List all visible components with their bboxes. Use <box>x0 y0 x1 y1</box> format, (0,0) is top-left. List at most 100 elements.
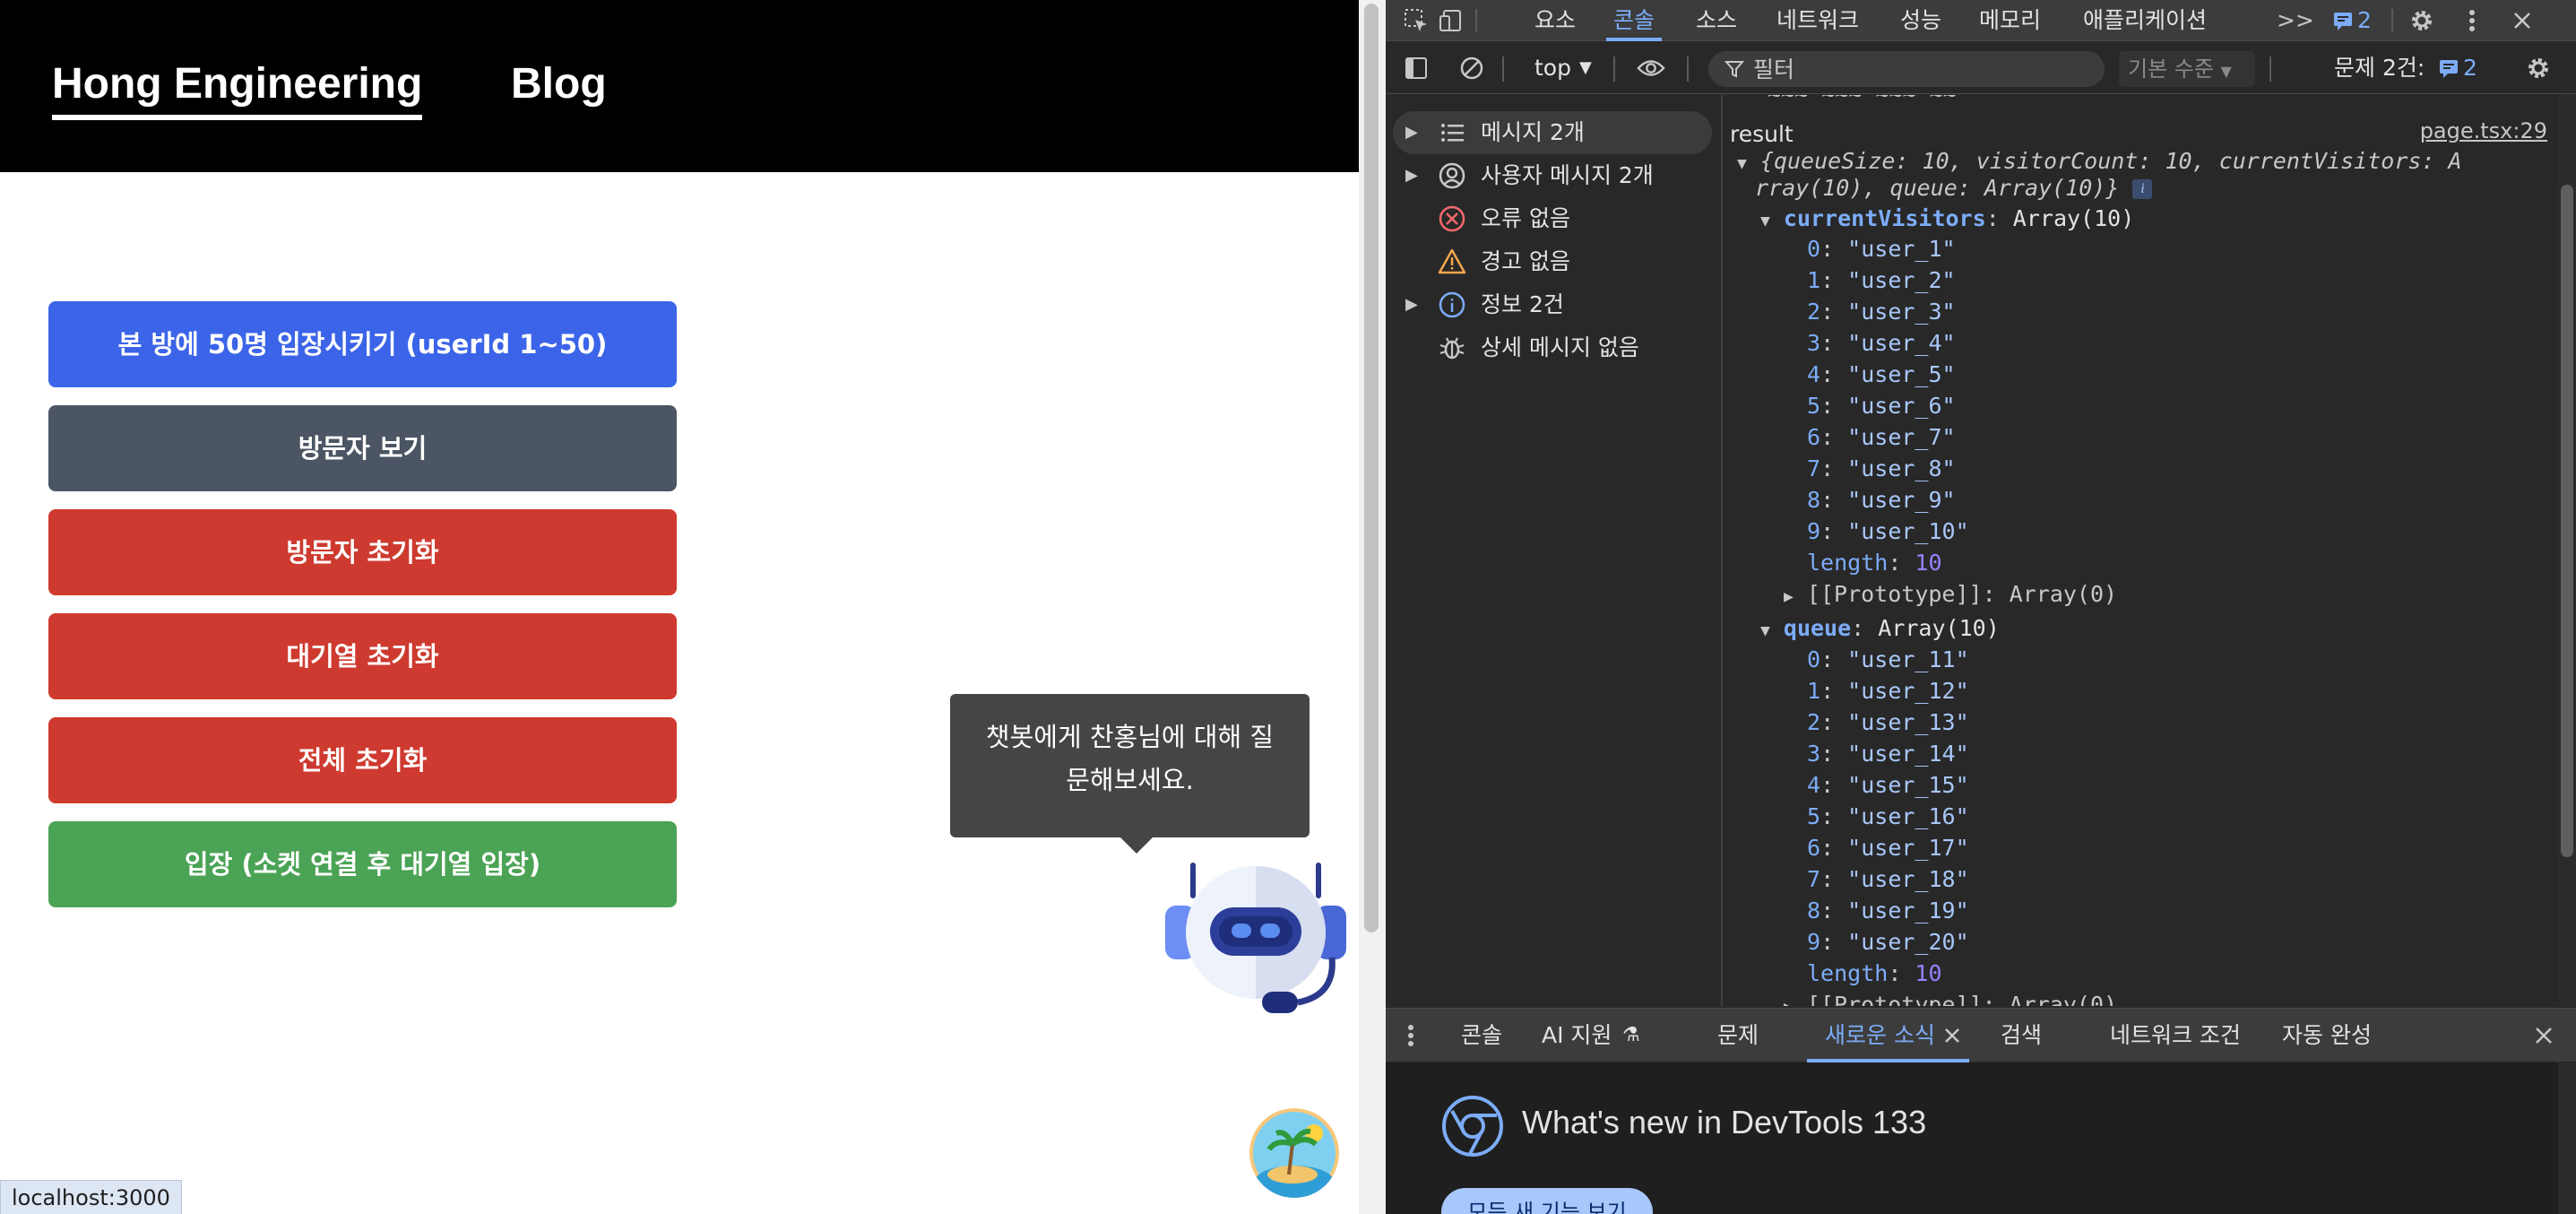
collapse-triangle-icon[interactable]: ▼ <box>1760 212 1770 230</box>
nav-home-link[interactable]: Hong Engineering <box>52 56 423 120</box>
collapse-triangle-icon[interactable]: ▼ <box>1760 621 1770 640</box>
web-page: Hong Engineering Blog 본 방에 50명 입장시키기 (us… <box>0 0 1359 1214</box>
drawer-tab-whats-new[interactable]: 새로운 소식 <box>1807 1009 1969 1062</box>
result-object-summary-cont: rray(10), queue: Array(10)} i <box>1755 172 2153 204</box>
more-tabs-button[interactable]: >> <box>2277 0 2314 41</box>
drawer-tab-ai-assistance[interactable]: AI 지원 <box>1542 1009 1612 1062</box>
expand-triangle-icon[interactable]: ▶ <box>1784 998 1794 1006</box>
array-entry: 4: "user_5" <box>1807 361 1956 387</box>
reset-all-button[interactable]: 전체 초기화 <box>48 717 677 803</box>
tab-memory[interactable]: 메모리 <box>1979 0 2041 41</box>
whats-new-scrollbar[interactable] <box>2558 1062 2576 1214</box>
sidebar-item-warnings[interactable]: 경고 없음 <box>1393 240 1712 283</box>
toolbar-separator <box>2269 56 2271 82</box>
sidebar-item-label: 정보 2건 <box>1481 291 1564 317</box>
issues-toolbar-icon[interactable] <box>2434 54 2463 82</box>
drawer-tab-issues[interactable]: 문제 <box>1717 1009 1759 1062</box>
expand-triangle-icon[interactable]: ▶ <box>1784 587 1794 606</box>
chrome-logo-icon <box>1442 1096 1503 1157</box>
toolbar-separator <box>1687 56 1689 82</box>
array-entry: 7: "user_18" <box>1807 866 1969 892</box>
context-selector[interactable]: top <box>1534 42 1571 94</box>
sidebar-toggle-icon[interactable] <box>1402 54 1431 82</box>
toolbar-separator <box>1502 56 1504 82</box>
drawer-tab-search[interactable]: 검색 <box>2001 1009 2042 1062</box>
array-entry: 5: "user_16" <box>1807 803 1969 829</box>
chatbot-robot-icon[interactable] <box>1163 861 1348 1017</box>
array-entry: 3: "user_4" <box>1807 330 1956 356</box>
expand-triangle-icon[interactable]: ▶ <box>1405 283 1418 326</box>
drawer-tab-network-conditions[interactable]: 네트워크 조건 <box>2110 1009 2241 1062</box>
filter-funnel-icon <box>1725 61 1744 78</box>
tab-performance[interactable]: 성능 <box>1900 0 1941 41</box>
tab-network[interactable]: 네트워크 <box>1776 0 1859 41</box>
tab-console[interactable]: 콘솔 <box>1605 0 1663 41</box>
tab-elements[interactable]: 요소 <box>1534 0 1576 41</box>
console-output: ~~~ ~~~ ~~~ ~~ result page.tsx:29 ▼ {que… <box>1725 95 2556 1006</box>
source-link[interactable]: page.tsx:29 <box>2420 118 2547 143</box>
drawer-tab-autofill[interactable]: 자동 완성 <box>2282 1009 2372 1062</box>
inspect-element-icon[interactable] <box>1402 6 1431 35</box>
tab-separator <box>2391 9 2393 32</box>
sidebar-item-user-messages[interactable]: ▶ 사용자 메시지 2개 <box>1393 154 1712 197</box>
drawer-tab-console[interactable]: 콘솔 <box>1461 1009 1502 1062</box>
issues-toolbar-count[interactable]: 2 <box>2463 42 2477 94</box>
context-dropdown-icon[interactable]: ▼ <box>1579 42 1592 94</box>
issues-icon[interactable] <box>2329 6 2357 35</box>
array-entry: 7: "user_8" <box>1807 455 1956 481</box>
filter-input[interactable] <box>1753 51 2094 87</box>
issues-count[interactable]: 2 <box>2357 0 2372 41</box>
live-expression-eye-icon[interactable] <box>1637 54 1665 82</box>
array-entry: 8: "user_9" <box>1807 487 1956 513</box>
current-visitors-node[interactable]: ▼ currentVisitors: Array(10) <box>1760 203 2134 234</box>
log-level-select[interactable]: 기본 수준 ▼ <box>2119 51 2255 87</box>
queue-node[interactable]: ▼ queue: Array(10) <box>1760 612 2000 644</box>
whats-new-panel: What's new in DevTools 133 모든 새 기능 보기 <box>1386 1062 2576 1214</box>
array-entry: 8: "user_19" <box>1807 897 1969 924</box>
reset-visitors-button[interactable]: 방문자 초기화 <box>48 509 677 595</box>
close-devtools-icon[interactable] <box>2508 6 2537 35</box>
see-all-features-button[interactable]: 모든 새 기능 보기 <box>1441 1188 1653 1214</box>
kebab-menu-icon[interactable] <box>2458 6 2486 35</box>
issues-summary-label: 문제 2건: <box>2334 55 2425 81</box>
expand-triangle-icon[interactable]: ▶ <box>1405 154 1418 197</box>
prototype-node[interactable]: ▶ [[Prototype]]: Array(0) <box>1784 578 2117 610</box>
clear-console-icon[interactable] <box>1457 54 1486 82</box>
summary-text: rray(10), queue: Array(10)} <box>1755 175 2120 201</box>
join-queue-button[interactable]: 입장 (소켓 연결 후 대기열 입장) <box>48 821 677 907</box>
device-toolbar-icon[interactable] <box>1438 6 1466 35</box>
nav-blog-link[interactable]: Blog <box>511 56 607 113</box>
array-entry: 1: "user_12" <box>1807 678 1969 704</box>
console-scrollbar-thumb[interactable] <box>2561 185 2573 857</box>
console-scrollbar[interactable] <box>2558 95 2576 1006</box>
bug-icon <box>1439 337 1465 360</box>
array-entry: 9: "user_20" <box>1807 929 1969 955</box>
expand-triangle-icon[interactable]: ▶ <box>1405 111 1418 154</box>
tab-sources[interactable]: 소스 <box>1696 0 1737 41</box>
info-badge-icon[interactable]: i <box>2132 179 2153 199</box>
enter-50-users-button[interactable]: 본 방에 50명 입장시키기 (userId 1~50) <box>48 301 677 387</box>
sidebar-item-verbose[interactable]: 상세 메시지 없음 <box>1393 326 1712 369</box>
array-length: length: 10 <box>1807 550 1942 576</box>
sidebar-item-info[interactable]: ▶ 정보 2건 <box>1393 283 1712 326</box>
site-header: Hong Engineering Blog <box>0 0 1359 172</box>
clipped-previous-line: ~~~ ~~~ ~~~ ~~ <box>1768 95 1957 110</box>
console-settings-gear-icon[interactable] <box>2524 54 2553 82</box>
drawer-menu-icon[interactable] <box>1396 1021 1425 1050</box>
error-icon <box>1439 205 1465 232</box>
view-visitors-button[interactable]: 방문자 보기 <box>48 405 677 491</box>
summary-text: {queueSize: 10, visitorCount: 10, curren… <box>1759 148 2462 174</box>
tab-application[interactable]: 애플리케이션 <box>2083 0 2207 41</box>
page-scrollbar-thumb[interactable] <box>1364 4 1379 932</box>
sidebar-item-errors[interactable]: 오류 없음 <box>1393 197 1712 240</box>
beach-avatar-icon[interactable] <box>1249 1108 1339 1198</box>
array-entry: 4: "user_15" <box>1807 772 1969 798</box>
reset-queue-button[interactable]: 대기열 초기화 <box>48 613 677 699</box>
settings-gear-icon[interactable] <box>2407 6 2436 35</box>
sidebar-item-messages[interactable]: ▶ 메시지 2개 <box>1393 111 1712 154</box>
close-tab-icon[interactable] <box>1938 1021 1967 1050</box>
prototype-node[interactable]: ▶ [[Prototype]]: Array(0) <box>1784 989 2117 1006</box>
collapse-triangle-icon[interactable]: ▼ <box>1737 154 1747 173</box>
page-scrollbar[interactable] <box>1359 0 1386 1214</box>
close-drawer-icon[interactable] <box>2529 1021 2558 1050</box>
